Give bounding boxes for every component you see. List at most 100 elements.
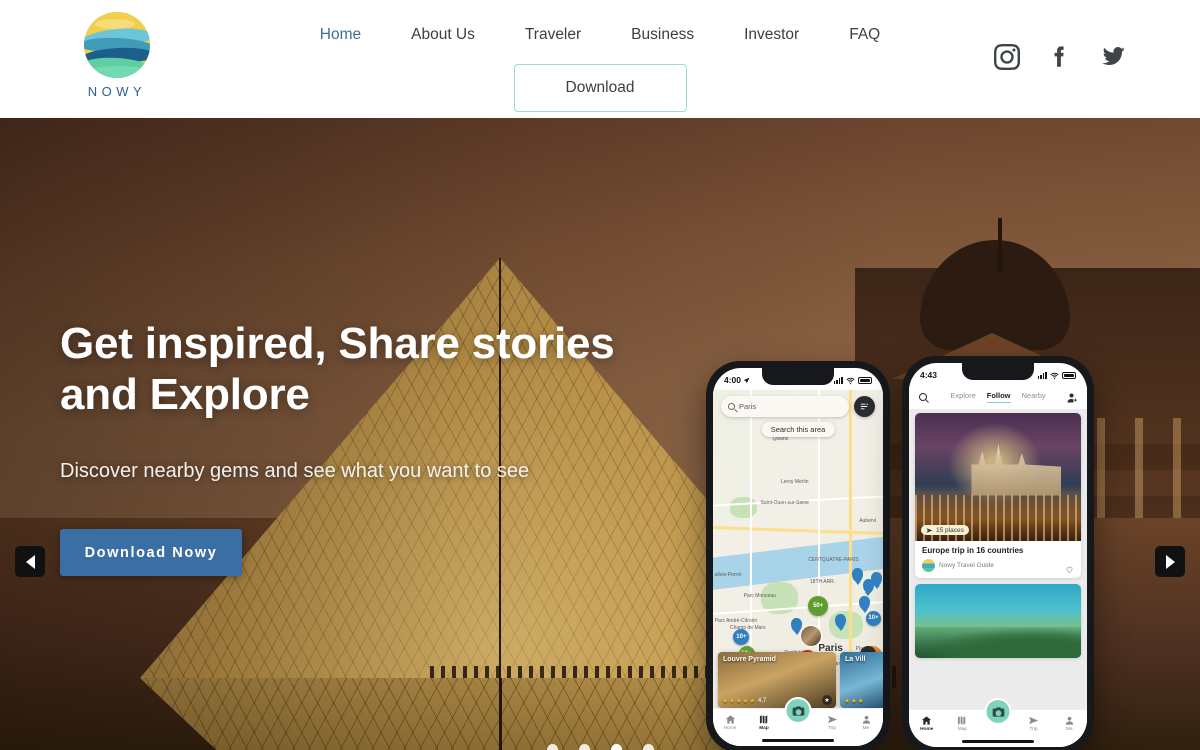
map-label: Leroy Merlin (781, 479, 809, 485)
feed-list[interactable]: 15 places Europe trip in 16 countries No… (909, 409, 1087, 747)
map-view[interactable]: -Denis Qwartz Leroy Merlin Saint-Ouen-su… (713, 390, 883, 746)
feed-card[interactable]: 15 places Europe trip in 16 countries No… (915, 413, 1081, 578)
place-card-title: Louvre Pyramid (723, 656, 776, 663)
search-this-area-button[interactable]: Search this area (761, 422, 835, 437)
map-cluster-pin[interactable]: 10+ (866, 610, 881, 626)
camera-capture-button[interactable] (784, 697, 812, 724)
place-card-la-villette[interactable]: La Vill ★★★ (840, 652, 883, 708)
feed-tab-nearby[interactable]: Nearby (1022, 391, 1046, 403)
send-icon (827, 715, 837, 724)
heart-icon[interactable] (1065, 561, 1074, 573)
carousel-dot-2[interactable] (578, 744, 590, 750)
map-label: Saint-Ouen-sur-Seine (760, 500, 809, 507)
filter-icon (860, 403, 869, 410)
home-indicator (762, 739, 834, 742)
map-label: Champ de Mars (730, 624, 766, 631)
carousel-dot-4[interactable] (642, 744, 654, 750)
map-label: allois-Perret (714, 571, 742, 578)
favorite-star-icon[interactable]: ★ (822, 695, 832, 705)
header-download-button[interactable]: Download (513, 64, 687, 112)
map-label: Aubervi (859, 518, 877, 525)
person-icon (862, 715, 870, 724)
signal-icon (833, 376, 843, 384)
places-count: 15 places (936, 526, 964, 534)
place-card-rating: ★★★ (844, 697, 864, 705)
rating-value: 4.7 (757, 698, 767, 704)
carousel-prev-arrow-icon[interactable] (15, 546, 45, 577)
phone-notch (962, 363, 1034, 380)
send-icon (926, 527, 933, 533)
map-pin-icon[interactable] (852, 568, 864, 582)
phone-mockup-feed: 4:43 Explore Follow Nearby 15 places Eur… (902, 356, 1094, 750)
nav-item-home[interactable]: Home (295, 24, 386, 46)
hero-download-nowy-button[interactable]: Download Nowy (60, 529, 242, 577)
camera-icon (792, 705, 804, 716)
battery-icon (1062, 371, 1076, 379)
hero-title: Get inspired, Share stories and Explore (60, 319, 615, 420)
twitter-icon[interactable] (1100, 44, 1126, 70)
nav-links: Home About Us Traveler Business Investor… (295, 24, 905, 46)
nav-item-faq[interactable]: FAQ (824, 24, 905, 46)
map-pin-icon[interactable] (871, 571, 883, 586)
star-rating-icon: ★★★ (844, 698, 865, 705)
tab-trip[interactable]: Trip (1016, 715, 1052, 732)
feed-card-image-prague: 15 places (915, 413, 1081, 541)
tab-trip[interactable]: Trip (815, 714, 849, 731)
tab-label: Map (957, 727, 968, 732)
nav-item-about-us[interactable]: About Us (386, 24, 500, 46)
phone-notch (762, 368, 834, 385)
wifi-icon (1050, 372, 1059, 379)
instagram-icon[interactable] (994, 44, 1020, 70)
map-user-avatar[interactable] (799, 624, 822, 647)
nav-item-business[interactable]: Business (606, 24, 719, 46)
tab-label: Map (759, 726, 769, 731)
phone-mockup-map: 4:00 Qwartz Leroy Merlin Saint-Ouen-sur-… (706, 361, 890, 750)
search-icon[interactable] (918, 391, 930, 403)
feed-tab-explore[interactable]: Explore (950, 391, 975, 403)
map-pin-icon[interactable] (859, 596, 871, 611)
battery-icon (858, 376, 872, 384)
map-label: Parc André-Citroën (714, 617, 758, 624)
feed-card-meta: Nowy Travel Guide (922, 559, 1074, 573)
feed-card-author: Nowy Travel Guide (939, 562, 994, 569)
facebook-icon[interactable] (1047, 44, 1073, 70)
map-label: Qwartz (772, 436, 789, 443)
map-search-value: Paris (739, 402, 757, 411)
map-search-row: Paris (721, 396, 875, 417)
tab-home[interactable]: Home (909, 715, 945, 732)
place-card-louvre-pyramid[interactable]: Louvre Pyramid ★★★★★ 4.7 ★ (718, 652, 836, 708)
tab-label: Trip (1029, 727, 1038, 732)
hero-carousel: Get inspired, Share stories and Explore … (0, 118, 1200, 750)
map-label: CENTQUATRE-PARIS (808, 557, 859, 564)
hero-copy: Get inspired, Share stories and Explore … (60, 318, 700, 577)
tab-label: Home (920, 727, 934, 732)
home-icon (725, 715, 735, 724)
nav-item-traveler[interactable]: Traveler (500, 24, 606, 46)
home-indicator (962, 740, 1034, 743)
camera-capture-button[interactable] (984, 698, 1012, 725)
tab-me[interactable]: Me (849, 714, 883, 731)
map-search-input[interactable]: Paris (721, 396, 849, 417)
map-label: 18TH ARR. (809, 578, 836, 585)
feed-card-places-badge: 15 places (921, 525, 969, 535)
feed-card[interactable] (915, 584, 1081, 658)
person-add-icon[interactable] (1066, 391, 1078, 403)
tab-home[interactable]: Home (713, 714, 747, 731)
carousel-next-arrow-icon[interactable] (1155, 546, 1185, 577)
tab-label: Home (723, 726, 737, 731)
map-filter-button[interactable] (854, 396, 875, 417)
feed-tab-follow[interactable]: Follow (986, 391, 1011, 403)
feed-header: Explore Follow Nearby (909, 385, 1087, 409)
tab-me[interactable]: Me (1051, 715, 1087, 732)
camera-icon (992, 706, 1004, 717)
tab-map[interactable]: Map (747, 714, 781, 731)
map-cluster-pin[interactable]: 50+ (808, 596, 829, 617)
feed-card-title: Europe trip in 16 countries (922, 546, 1024, 555)
carousel-dot-1[interactable] (546, 744, 558, 750)
send-icon (1028, 716, 1039, 725)
map-label: Parc Monceau (743, 592, 776, 599)
wifi-icon (846, 377, 855, 384)
tab-map[interactable]: Map (945, 715, 981, 732)
nav-item-investor[interactable]: Investor (719, 24, 824, 46)
carousel-dot-3[interactable] (610, 744, 622, 750)
